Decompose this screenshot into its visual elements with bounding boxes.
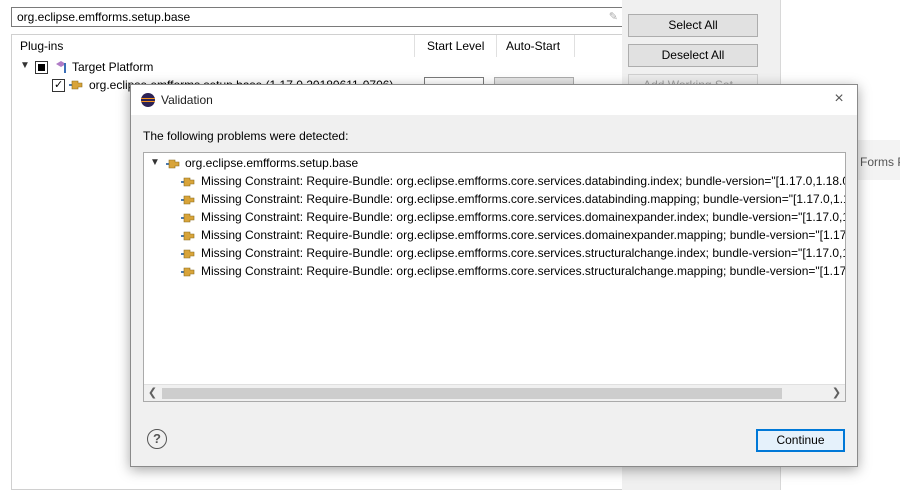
problem-row[interactable]: Missing Constraint: Require-Bundle: org.… [144,245,845,263]
column-divider[interactable] [496,35,497,57]
tree-root-label: org.eclipse.emfforms.setup.base [185,156,359,170]
plugin-icon [181,248,195,260]
help-icon[interactable]: ? [147,429,167,449]
column-header-start-level[interactable]: Start Level [427,39,484,53]
column-divider[interactable] [414,35,415,57]
scrollbar-thumb[interactable] [162,388,782,399]
problem-label: Missing Constraint: Require-Bundle: org.… [201,174,846,188]
expand-chevron-icon[interactable]: ▼ [20,60,30,71]
problem-row[interactable]: Missing Constraint: Require-Bundle: org.… [144,173,845,191]
problem-label: Missing Constraint: Require-Bundle: org.… [201,228,846,242]
problem-label: Missing Constraint: Require-Bundle: org.… [201,210,846,224]
target-platform-checkbox[interactable] [35,61,48,74]
problems-message: The following problems were detected: [143,129,349,143]
problem-row[interactable]: Missing Constraint: Require-Bundle: org.… [144,191,845,209]
scroll-left-icon[interactable]: ❮ [144,386,161,399]
problem-row[interactable]: Missing Constraint: Require-Bundle: org.… [144,209,845,227]
select-all-button[interactable]: Select All [628,14,758,37]
problem-label: Missing Constraint: Require-Bundle: org.… [201,192,846,206]
filter-input[interactable]: org.eclipse.emfforms.setup.base ✎ [11,7,623,27]
dialog-titlebar[interactable]: Validation × [131,85,857,115]
tree-row-target-platform[interactable]: ▼ Target Platform [12,58,622,76]
column-divider[interactable] [574,35,575,57]
plugin-icon [181,266,195,278]
filter-input-value: org.eclipse.emfforms.setup.base [17,10,191,24]
plugin-checkbox[interactable] [52,78,65,92]
validation-dialog: Validation × The following problems were… [130,84,858,467]
tree-row-label: Target Platform [72,60,154,74]
plugin-icon [69,79,83,91]
background-peek-label: Forms P [860,155,900,169]
dialog-title: Validation [161,93,213,107]
horizontal-scrollbar[interactable]: ❮ ❯ [144,384,845,401]
expand-chevron-icon[interactable]: ▼ [150,157,160,168]
plugin-icon [181,212,195,224]
plugin-icon [166,158,180,170]
problems-tree[interactable]: ▼ org.eclipse.emfforms.setup.base Missin… [143,152,846,402]
column-header-plugins[interactable]: Plug-ins [20,39,63,53]
deselect-all-button[interactable]: Deselect All [628,44,758,67]
table-header: Plug-ins Start Level Auto-Start [12,35,622,57]
eclipse-logo-icon [141,93,155,107]
plugin-icon [181,194,195,206]
problem-row[interactable]: Missing Constraint: Require-Bundle: org.… [144,227,845,245]
tree-root-row[interactable]: ▼ org.eclipse.emfforms.setup.base [144,155,845,173]
plugin-icon [181,230,195,242]
plugin-icon [181,176,195,188]
problem-row[interactable]: Missing Constraint: Require-Bundle: org.… [144,263,845,281]
close-icon[interactable]: × [829,90,849,108]
clear-filter-icon[interactable]: ✎ [609,10,618,23]
problem-label: Missing Constraint: Require-Bundle: org.… [201,264,846,278]
continue-button[interactable]: Continue [756,429,845,452]
scroll-right-icon[interactable]: ❯ [828,386,845,399]
target-platform-icon [54,60,68,74]
problem-label: Missing Constraint: Require-Bundle: org.… [201,246,846,260]
column-header-auto-start[interactable]: Auto-Start [506,39,560,53]
